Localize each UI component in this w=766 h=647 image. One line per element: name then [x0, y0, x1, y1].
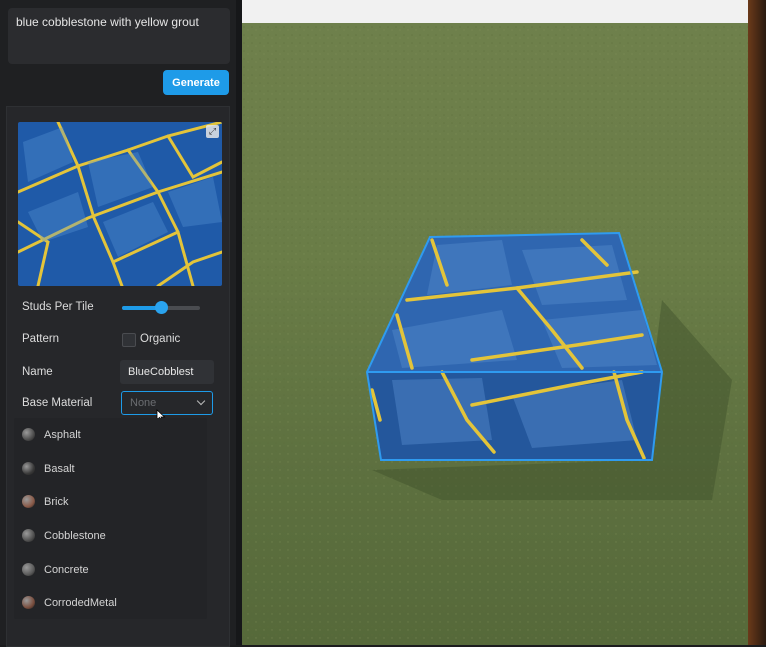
- material-swatch-icon: [22, 596, 35, 609]
- pattern-row: Pattern Organic: [14, 325, 220, 355]
- slider-handle[interactable]: [155, 301, 168, 314]
- organic-label: Organic: [140, 333, 181, 345]
- material-option-label: Concrete: [44, 564, 89, 576]
- material-swatch-icon: [22, 462, 35, 475]
- material-swatch-icon: [22, 563, 35, 576]
- base-material-row: Base Material None: [14, 389, 220, 419]
- cobblestone-texture: [18, 122, 222, 286]
- material-swatch-icon: [22, 428, 35, 441]
- material-option-label: CorrodedMetal: [44, 597, 117, 609]
- studs-per-tile-label: Studs Per Tile: [22, 301, 94, 313]
- organic-checkbox[interactable]: [122, 333, 136, 347]
- material-swatch-icon: [22, 495, 35, 508]
- name-label: Name: [22, 366, 53, 378]
- material-option[interactable]: Concrete: [14, 555, 207, 585]
- generate-button[interactable]: Generate: [163, 70, 229, 95]
- pattern-label: Pattern: [22, 333, 60, 345]
- studs-per-tile-slider[interactable]: [122, 301, 200, 314]
- expand-icon[interactable]: ⤢: [206, 125, 219, 138]
- material-option-label: Cobblestone: [44, 530, 106, 542]
- material-option-label: Asphalt: [44, 429, 81, 441]
- 3d-viewport[interactable]: [242, 0, 748, 645]
- material-option[interactable]: Cobblestone: [14, 521, 207, 551]
- base-material-value: None: [130, 397, 157, 409]
- material-option[interactable]: CorrodedMetal: [14, 588, 207, 618]
- studs-per-tile-row: Studs Per Tile: [14, 293, 220, 323]
- window-edge: [748, 0, 766, 645]
- base-material-dropdown: Asphalt Basalt Brick Cobblestone Concrete Cor…: [14, 418, 207, 619]
- material-option[interactable]: Basalt: [14, 454, 207, 484]
- base-material-select[interactable]: None: [121, 391, 213, 415]
- material-option-label: Basalt: [44, 463, 75, 475]
- base-material-label: Base Material: [22, 397, 93, 409]
- material-generator-panel: blue cobblestone with yellow grout Gener…: [0, 0, 240, 647]
- scene: [242, 23, 748, 645]
- prompt-textarea[interactable]: blue cobblestone with yellow grout: [8, 8, 230, 64]
- chevron-down-icon: [196, 396, 206, 406]
- material-option[interactable]: Asphalt: [14, 420, 207, 450]
- material-option-label: Brick: [44, 496, 69, 508]
- name-row: Name BlueCobblest: [14, 358, 220, 388]
- prompt-text: blue cobblestone with yellow grout: [16, 15, 199, 29]
- material-option[interactable]: Brick: [14, 487, 207, 517]
- material-swatch-icon: [22, 529, 35, 542]
- texture-preview: ⤢: [18, 122, 222, 286]
- name-input[interactable]: BlueCobblest: [120, 360, 214, 384]
